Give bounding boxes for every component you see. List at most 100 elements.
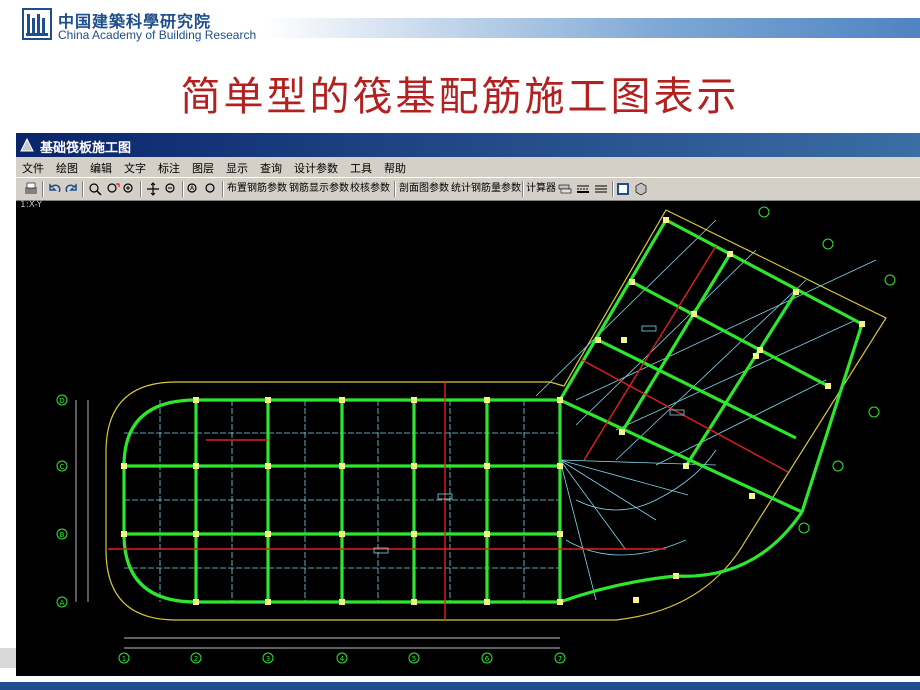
menu-bar: 文件 绘图 编辑 文字 标注 图层 显示 查询 设计参数 工具 帮助	[16, 157, 920, 177]
axis-bubble-wing	[832, 460, 844, 472]
zoom-dynamic-icon[interactable]	[106, 181, 120, 197]
zoom-previous-icon[interactable]	[164, 181, 178, 197]
redo-icon[interactable]	[64, 181, 78, 197]
axis-label-left: D	[59, 397, 64, 405]
menu-query[interactable]: 查询	[254, 157, 288, 177]
menu-dimension[interactable]: 标注	[152, 157, 186, 177]
column-node	[411, 599, 417, 605]
slide-footer-bar	[0, 682, 920, 690]
undo-icon[interactable]	[48, 181, 62, 197]
layers-icon[interactable]	[558, 181, 572, 197]
axis-label-bottom: 5	[412, 655, 416, 663]
wing-beam-lower	[559, 398, 803, 514]
view-3d-icon[interactable]	[634, 181, 648, 197]
column-node	[484, 463, 490, 469]
app-icon	[20, 137, 34, 152]
column-node	[619, 429, 625, 435]
rebar-stats-params-button[interactable]: 统计钢筋量参数	[451, 181, 521, 197]
column-node	[484, 531, 490, 537]
axis-label-bottom: 3	[266, 655, 270, 663]
zoom-in-icon[interactable]	[122, 181, 136, 197]
column-node	[859, 321, 865, 327]
wing-secondary-beam	[615, 279, 807, 461]
section-params-button[interactable]: 剖面图参数	[399, 181, 449, 197]
zoom-all-icon[interactable]: A	[186, 181, 200, 197]
menu-edit[interactable]: 编辑	[84, 157, 118, 177]
axis-label-bottom: 6	[485, 655, 490, 663]
axis-label-left: A	[60, 599, 65, 607]
column-node	[411, 463, 417, 469]
menu-draw[interactable]: 绘图	[50, 157, 84, 177]
column-node	[557, 599, 563, 605]
grid-icon[interactable]	[594, 181, 608, 197]
column-node	[749, 493, 755, 499]
column-node	[339, 397, 345, 403]
line-type-icon[interactable]	[576, 181, 590, 197]
axis-label-bottom: 1	[122, 655, 126, 663]
menu-tools[interactable]: 工具	[344, 157, 378, 177]
rebar-display-params-button[interactable]: 钢筋显示参数	[289, 181, 349, 197]
coord-readout: 1:X-Y	[20, 200, 43, 210]
wing-beam-curved	[559, 511, 804, 604]
wing-secondary-beam	[575, 259, 877, 401]
axis-bubble-wing	[868, 406, 880, 418]
column-node	[753, 353, 759, 359]
window-title: 基础筏板施工图	[40, 141, 132, 156]
menu-layer[interactable]: 图层	[186, 157, 220, 177]
pan-icon[interactable]	[146, 181, 160, 197]
wing-beam-cross-1	[620, 253, 732, 433]
axis-bubble-wing	[884, 274, 896, 286]
properties-icon[interactable]	[616, 181, 630, 197]
menu-display[interactable]: 显示	[220, 157, 254, 177]
raft-outline	[105, 209, 887, 621]
toolbar: A 布置钢筋参数 钢筋显示参数 校核参数 剖面图参数 统计钢筋量参数 计算器	[16, 177, 920, 201]
cad-application-window: 基础筏板施工图 文件 绘图 编辑 文字 标注 图层 显示 查询 设计参数 工具 帮助 A 布置钢筋参…	[16, 133, 920, 676]
menu-help[interactable]: 帮助	[378, 157, 412, 177]
check-params-button[interactable]: 校核参数	[350, 181, 390, 197]
zoom-window-icon[interactable]	[88, 181, 102, 197]
column-node	[793, 289, 799, 295]
column-node	[121, 531, 127, 537]
menu-design-params[interactable]: 设计参数	[288, 157, 344, 177]
column-node	[193, 397, 199, 403]
column-node	[193, 463, 199, 469]
calculator-button[interactable]: 计算器	[526, 181, 556, 197]
axis-label-bottom: 7	[558, 655, 562, 663]
wing-beam-edge-left	[558, 219, 668, 401]
menu-text[interactable]: 文字	[118, 157, 152, 177]
column-node	[621, 337, 627, 343]
window-titlebar[interactable]: 基础筏板施工图	[16, 133, 920, 157]
zoom-extents-icon[interactable]	[204, 181, 218, 197]
drawing-canvas[interactable]: 1:X-Y 1 2 3 4 5 6 7 D C B A	[16, 200, 920, 676]
fan-beam	[559, 459, 689, 496]
column-node	[265, 599, 271, 605]
column-node	[633, 597, 639, 603]
axis-bubble-wing	[798, 522, 810, 534]
axis-label-bottom: 2	[194, 655, 198, 663]
axis-bubble-wing	[822, 238, 834, 250]
column-node	[825, 383, 831, 389]
column-node	[484, 599, 490, 605]
column-node	[265, 397, 271, 403]
rebar-layout-params-button[interactable]: 布置钢筋参数	[227, 181, 287, 197]
axis-label-left: C	[60, 463, 65, 471]
column-node	[629, 279, 635, 285]
column-node	[727, 251, 733, 257]
print-icon[interactable]	[24, 181, 38, 197]
header-gradient-bar	[265, 18, 920, 38]
column-node	[757, 347, 763, 353]
column-node	[193, 531, 199, 537]
raft-foundation-plan: 1 2 3 4 5 6 7 D C B A	[56, 206, 896, 664]
menu-file[interactable]: 文件	[16, 157, 50, 177]
column-node	[484, 397, 490, 403]
axis-bubble-wing	[758, 206, 770, 218]
column-node	[265, 531, 271, 537]
column-node	[691, 311, 697, 317]
column-node	[265, 463, 271, 469]
column-node	[557, 397, 563, 403]
column-node	[663, 217, 669, 223]
axis-label-bottom: 4	[340, 655, 345, 663]
wing-secondary-beam	[655, 379, 827, 466]
column-node	[673, 573, 679, 579]
slide-edge-block	[0, 648, 16, 668]
